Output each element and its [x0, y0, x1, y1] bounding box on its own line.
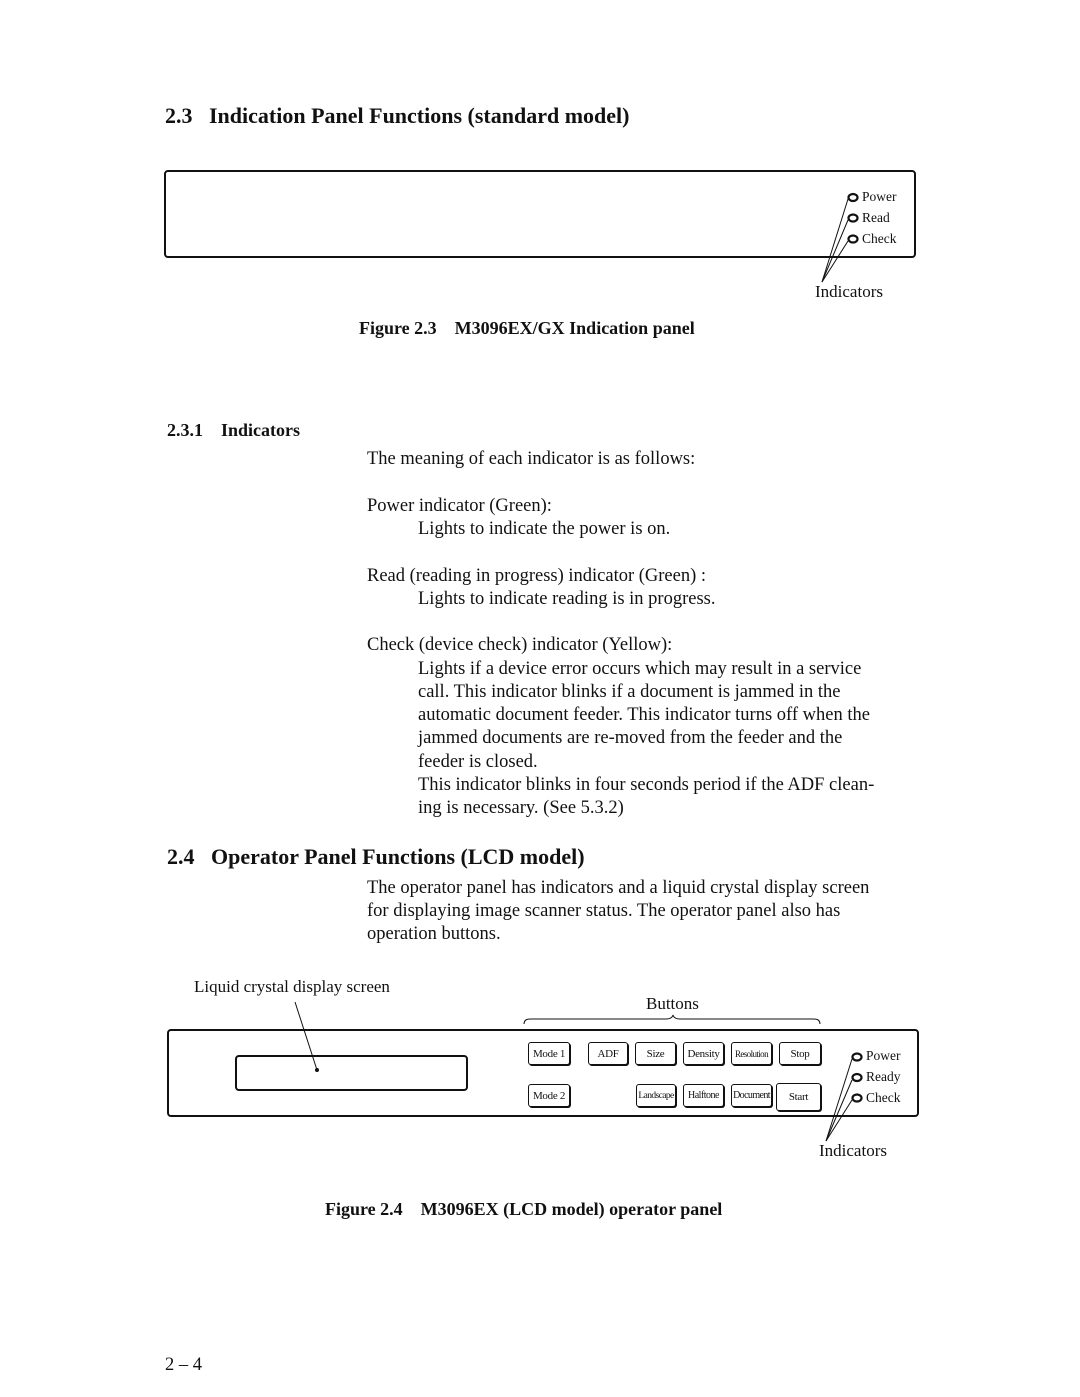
figure-caption: Figure 2.4 M3096EX (LCD model) operator …	[325, 1199, 723, 1219]
figure-caption: Figure 2.3 M3096EX/GX Indication panel	[359, 318, 695, 338]
buttons-label: Buttons	[646, 994, 699, 1013]
indicator-label: Check	[862, 231, 897, 246]
indicator-desc: feeder is closed.	[418, 752, 538, 772]
subsection-heading: 2.3.1 Indicators	[167, 420, 301, 440]
mode1-button: Mode 1	[528, 1042, 570, 1065]
indicators-label: Indicators	[819, 1141, 887, 1160]
indicator-desc: This indicator blinks in four seconds pe…	[418, 775, 875, 795]
led-power-icon	[847, 192, 859, 203]
page-number: 2 – 4	[165, 1355, 202, 1375]
buttons-brace	[523, 1014, 821, 1025]
lcd-label: Liquid crystal display screen	[194, 977, 390, 996]
lcd-screen	[235, 1055, 468, 1091]
density-button: Density	[683, 1042, 724, 1065]
halftone-button: Halftone	[683, 1084, 724, 1107]
indicator-label: Power	[866, 1048, 901, 1063]
indicator-label: Read	[862, 210, 890, 225]
indicator-term: Power indicator (Green):	[367, 496, 552, 516]
indicator-term: Read (reading in progress) indicator (Gr…	[367, 566, 707, 586]
indicator-desc: ing is necessary. (See 5.3.2)	[418, 798, 624, 818]
indicator-desc: Lights to indicate the power is on.	[418, 519, 671, 539]
indicator-label: Ready	[866, 1069, 901, 1084]
section-heading: 2.4 Operator Panel Functions (LCD model)	[167, 844, 585, 869]
landscape-button: Landscape	[636, 1084, 676, 1107]
led-power-icon	[851, 1052, 863, 1062]
stop-button: Stop	[779, 1042, 821, 1065]
start-button: Start	[776, 1083, 821, 1111]
indicator-desc: jammed documents are re-moved from the f…	[418, 728, 843, 748]
resolution-button: Resolution	[731, 1042, 772, 1065]
indicators-label: Indicators	[815, 282, 883, 301]
led-ready-icon	[851, 1072, 863, 1083]
indicator-term: Check (device check) indicator (Yellow):	[367, 635, 673, 655]
indicator-desc: Lights to indicate reading is in progres…	[418, 589, 716, 609]
led-check-icon	[847, 234, 859, 244]
indication-panel-outline	[164, 170, 916, 258]
mode2-button: Mode 2	[528, 1084, 570, 1107]
indicator-desc: call. This indicator blinks if a documen…	[418, 682, 841, 702]
led-check-icon	[851, 1093, 863, 1103]
size-button: Size	[635, 1042, 676, 1065]
paragraph: The meaning of each indicator is as foll…	[367, 449, 696, 469]
adf-button: ADF	[588, 1042, 628, 1065]
led-read-icon	[847, 213, 859, 223]
paragraph: for displaying image scanner status. The…	[367, 901, 841, 921]
paragraph: operation buttons.	[367, 924, 501, 944]
indicator-label: Power	[862, 189, 897, 204]
indicator-label: Check	[866, 1090, 901, 1105]
paragraph: The operator panel has indicators and a …	[367, 878, 870, 898]
section-heading: 2.3 Indication Panel Functions (standard…	[165, 103, 630, 128]
indicator-desc: Lights if a device error occurs which ma…	[418, 659, 862, 679]
document-button: Document	[731, 1084, 772, 1107]
indicator-desc: automatic document feeder. This indicato…	[418, 705, 870, 725]
